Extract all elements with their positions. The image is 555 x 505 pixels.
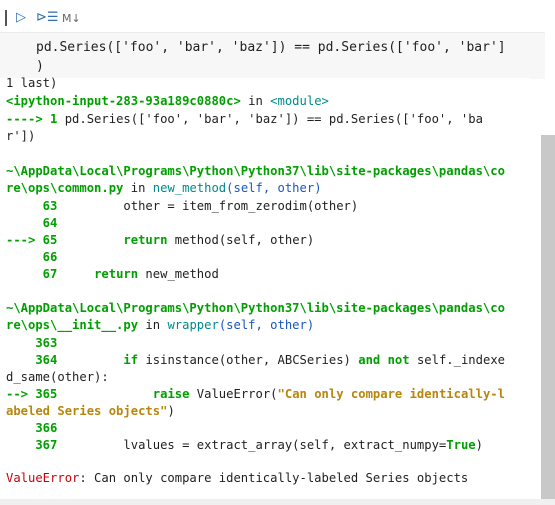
keyword: True — [446, 438, 476, 452]
output-scrollbar[interactable] — [541, 135, 555, 499]
source-line-63: 63 other = item_from_zerodim(other) — [6, 199, 359, 213]
source-line-67: 67 return new_method — [6, 267, 219, 281]
arrow-marker: ----> 1 — [6, 112, 58, 126]
function-args: (self, other) — [218, 318, 315, 332]
source-code: ) — [167, 404, 175, 418]
source-line-367: 367 lvalues = extract_array(self, extrac… — [6, 438, 483, 452]
source-code: d_same(other): — [6, 370, 109, 384]
source-line-364: 364 if isinstance(other, ABCSeries) and … — [6, 353, 505, 367]
traceback-line: <ipython-input-283-93a189c0880c> in <mod… — [6, 94, 329, 108]
keyword: and — [358, 353, 381, 367]
source-code: method(self, other) — [167, 233, 315, 247]
traceback-output: 1 last) <ipython-input-283-93a189c0880c>… — [0, 76, 530, 498]
line-number: --> 365 — [6, 387, 58, 401]
traceback-line: ----> 1 pd.Series(['foo', 'bar', 'baz'])… — [6, 112, 483, 126]
markdown-toggle[interactable]: M↓ — [62, 12, 81, 25]
line-number: 363 — [6, 336, 58, 350]
keyword: not — [387, 353, 410, 367]
code-line-1[interactable]: pd.Series(['foo', 'bar', 'baz']) == pd.S… — [36, 40, 506, 55]
string-literal: abeled Series objects" — [6, 404, 168, 418]
source-code: isinstance(other, ABCSeries) — [138, 353, 359, 367]
file-path-line: ~\AppData\Local\Programs\Python\Python37… — [6, 301, 505, 315]
traceback-line: r']) — [6, 129, 35, 143]
traceback-line: 1 last) — [6, 76, 57, 90]
source-code: new_method — [138, 267, 219, 281]
bottom-border — [0, 499, 555, 505]
code-cell-editor[interactable]: pd.Series(['foo', 'bar', 'baz']) == pd.S… — [0, 32, 545, 79]
source-line-65: ---> 65 return method(self, other) — [6, 233, 314, 247]
code-text-1: pd.Series(['foo', 'bar', 'baz']) == pd.S… — [36, 40, 506, 55]
traceback-code: r']) — [6, 129, 36, 143]
line-number: 364 — [6, 353, 58, 367]
keyword: return — [94, 267, 139, 281]
module-ref: <module> — [270, 94, 329, 108]
file-path: re\ops\common.py — [6, 181, 124, 195]
keyword: raise — [152, 387, 190, 401]
file-path: ~\AppData\Local\Programs\Python\Python37… — [6, 301, 505, 315]
line-number: 67 — [6, 267, 58, 281]
file-path-line: re\ops\__init__.py in wrapper(self, othe… — [6, 318, 314, 332]
line-number: 64 — [6, 216, 58, 230]
string-literal: "Can only compare identically-l — [277, 387, 505, 401]
cell-edge-marker — [0, 10, 7, 26]
source-line-66: 66 — [6, 250, 58, 264]
file-path: re\ops\__init__.py — [6, 318, 139, 332]
source-line-365-cont: abeled Series objects") — [6, 404, 175, 418]
file-path-line: re\ops\common.py in new_method(self, oth… — [6, 181, 322, 195]
source-code: lvalues = extract_array(self, extract_nu… — [57, 438, 447, 452]
source-line-363: 363 — [6, 336, 57, 350]
source-line-366: 366 — [6, 421, 57, 435]
source-code: other = item_from_zerodim(other) — [57, 199, 359, 213]
error-type: ValueError — [6, 471, 80, 485]
run-by-line-icon[interactable]: ⊳☰ — [36, 10, 59, 25]
file-path-line: ~\AppData\Local\Programs\Python\Python37… — [6, 164, 505, 178]
source-code: ValueError( — [189, 387, 278, 401]
keyword: if — [123, 353, 139, 367]
line-number: 66 — [6, 250, 58, 264]
in-text: in — [240, 94, 271, 108]
function-name: wrapper — [167, 318, 219, 332]
source-code: ) — [475, 438, 483, 452]
source-line-64: 64 — [6, 216, 58, 230]
function-name: new_method — [152, 181, 227, 195]
in-text: in — [138, 318, 168, 332]
line-number: 63 — [6, 199, 58, 213]
file-path: ~\AppData\Local\Programs\Python\Python37… — [6, 164, 505, 178]
run-cell-icon[interactable]: ▷ — [16, 10, 26, 25]
error-message-line: ValueError: Can only compare identically… — [6, 471, 468, 485]
line-number: ---> 65 — [6, 233, 58, 247]
line-number: 367 — [6, 438, 58, 452]
traceback-text: 1 last) — [6, 76, 58, 90]
source-line-364-cont: d_same(other): — [6, 370, 109, 384]
input-ref: <ipython-input-283-93a189c0880c> — [6, 94, 241, 108]
cell-toolbar: ▷ ⊳☰ M↓ — [0, 0, 555, 32]
function-args: (self, other) — [226, 181, 322, 195]
error-message: : Can only compare identically-labeled S… — [79, 471, 469, 485]
source-code: self._indexe — [409, 353, 505, 367]
keyword: return — [123, 233, 168, 247]
code-text-2: ) — [36, 59, 44, 74]
line-number: 366 — [6, 421, 58, 435]
code-line-2[interactable]: ) — [36, 59, 44, 74]
traceback-code: pd.Series(['foo', 'bar', 'baz']) == pd.S… — [57, 112, 483, 126]
in-text: in — [123, 181, 153, 195]
source-line-365: --> 365 raise ValueError("Can only compa… — [6, 387, 505, 401]
